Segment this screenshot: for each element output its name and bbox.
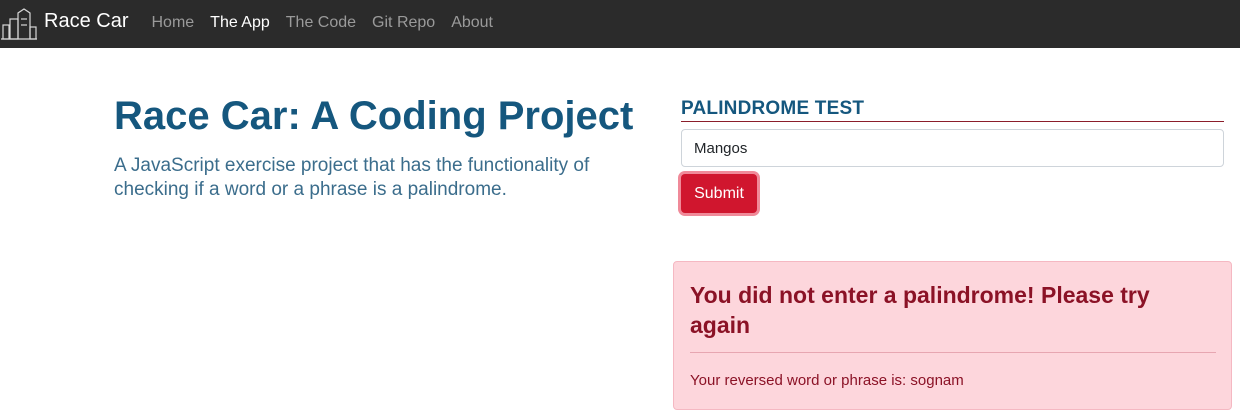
nav-link-git-repo[interactable]: Git Repo bbox=[372, 14, 435, 32]
nav-link-the-code[interactable]: The Code bbox=[286, 14, 356, 32]
result-alert: You did not enter a palindrome! Please t… bbox=[673, 261, 1232, 410]
race-car-logo-icon bbox=[1, 8, 37, 40]
alert-reversed-text: Your reversed word or phrase is: sognam bbox=[690, 372, 964, 389]
submit-button[interactable]: Submit bbox=[681, 174, 757, 213]
nav-link-the-app[interactable]: The App bbox=[210, 14, 270, 32]
alert-heading: You did not enter a palindrome! Please t… bbox=[690, 282, 1150, 338]
palindrome-test-heading: PALINDROME TEST bbox=[681, 98, 1224, 122]
navbar: Race Car Home The App The Code Git Repo … bbox=[0, 0, 1240, 48]
page-title: Race Car: A Coding Project bbox=[114, 94, 634, 138]
nav-link-home[interactable]: Home bbox=[151, 14, 194, 32]
palindrome-input[interactable] bbox=[681, 129, 1224, 167]
nav-links: Home The App The Code Git Repo About bbox=[151, 14, 509, 32]
brand-link[interactable]: Race Car bbox=[0, 0, 128, 48]
nav-link-about[interactable]: About bbox=[451, 14, 493, 32]
brand-title: Race Car bbox=[44, 9, 129, 32]
alert-divider bbox=[690, 352, 1216, 353]
page-description: A JavaScript exercise project that has t… bbox=[114, 155, 590, 200]
